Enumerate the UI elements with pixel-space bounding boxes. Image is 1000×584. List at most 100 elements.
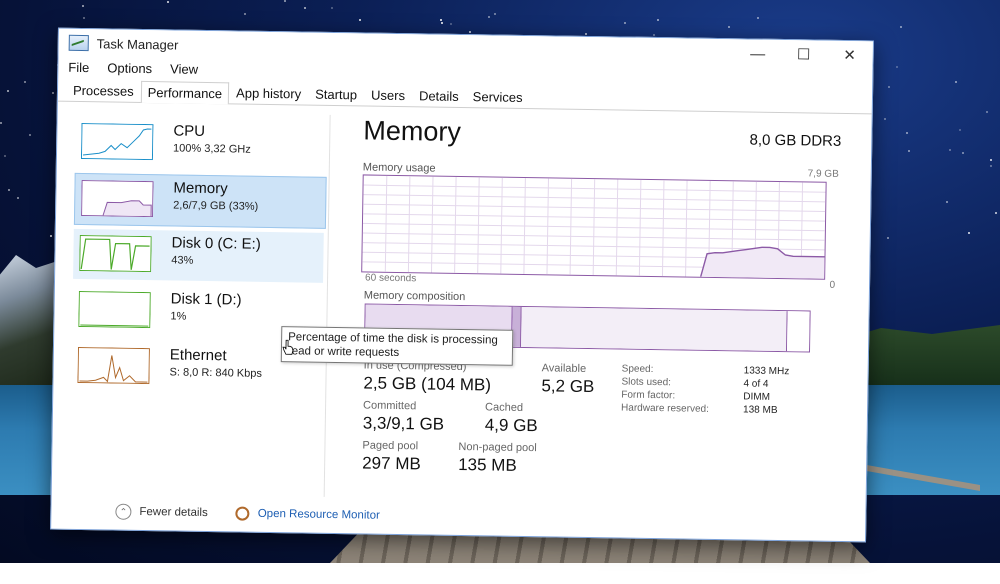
hardware-reserved-label: Hardware reserved:: [621, 402, 709, 415]
memory-spec: 8,0 GB DDR3: [749, 131, 842, 150]
slots-used-label: Slots used:: [621, 376, 672, 389]
usage-zero-label: 0: [829, 279, 836, 291]
wallpaper-star: [283, 0, 286, 2]
composition-segment-free[interactable]: [786, 311, 810, 352]
memory-usage-area: [700, 247, 825, 279]
composition-segment-standby[interactable]: [521, 306, 788, 352]
wallpaper-star: [959, 128, 962, 131]
wallpaper-star: [990, 164, 993, 167]
sidebar-memory-sub: 2,6/7,9 GB (33%): [173, 199, 259, 213]
wallpaper-star: [961, 152, 964, 155]
hand-cursor-icon: [282, 339, 294, 355]
sidebar-ethernet-name: Ethernet: [169, 346, 227, 365]
wallpaper-star: [955, 81, 958, 84]
sidebar-ethernet-sub: S: 8,0 R: 840 Kbps: [169, 366, 263, 380]
wallpaper-star: [50, 234, 53, 237]
ethernet-thumbnail-graph: [77, 346, 150, 385]
minimize-button[interactable]: —: [734, 39, 780, 68]
chevron-up-icon[interactable]: ⌃: [115, 503, 132, 520]
wallpaper-star: [985, 111, 988, 114]
paged-pool-label: Paged pool: [362, 439, 419, 453]
wallpaper-star: [304, 7, 307, 10]
wallpaper-star: [7, 89, 9, 92]
seconds-label: 60 seconds: [365, 272, 417, 285]
resource-sidebar: CPU 100% 3,32 GHz Memory 2,6/7,9 GB (33%…: [61, 110, 331, 497]
sidebar-item-memory[interactable]: Memory 2,6/7,9 GB (33%): [73, 172, 327, 229]
wallpaper-star: [3, 154, 6, 157]
menu-options[interactable]: Options: [107, 60, 152, 76]
wallpaper-star: [81, 5, 84, 8]
wallpaper-star: [884, 117, 887, 120]
wallpaper-star: [652, 34, 655, 36]
tab-startup[interactable]: Startup: [308, 83, 364, 106]
wallpaper-star: [440, 18, 443, 21]
committed-label: Committed: [363, 399, 417, 413]
maximize-button[interactable]: ☐: [780, 40, 826, 69]
tab-app-history[interactable]: App history: [229, 81, 308, 104]
tab-performance[interactable]: Performance: [140, 80, 230, 105]
sidebar-disk0-sub: 43%: [171, 254, 194, 267]
wallpaper-star: [488, 16, 491, 19]
wallpaper-star: [900, 26, 903, 29]
close-button[interactable]: ✕: [826, 41, 872, 70]
tab-users[interactable]: Users: [364, 83, 412, 106]
wallpaper-star: [8, 189, 11, 192]
task-manager-icon: [68, 34, 89, 52]
wallpaper-star: [906, 132, 909, 135]
sidebar-disk1-sub: 1%: [170, 310, 187, 323]
wallpaper-star: [330, 6, 333, 9]
wallpaper-star: [728, 25, 731, 28]
tab-details[interactable]: Details: [412, 84, 466, 107]
disk0-thumbnail-graph: [79, 234, 152, 273]
paged-pool-value: 297 MB: [362, 453, 421, 474]
wallpaper-star: [28, 134, 31, 137]
wallpaper-star: [0, 121, 3, 124]
memory-usage-max: 7,9 GB: [807, 168, 839, 180]
wallpaper-star: [167, 0, 170, 3]
memory-thumbnail-graph: [81, 180, 154, 218]
wallpaper-star: [989, 158, 992, 161]
sidebar-item-disk-0[interactable]: Disk 0 (C: E:) 43%: [73, 228, 324, 283]
disk1-thumbnail-graph: [78, 290, 151, 329]
wallpaper-star: [994, 212, 997, 215]
memory-usage-label: Memory usage: [362, 161, 436, 175]
menu-view[interactable]: View: [170, 61, 198, 76]
menu-file[interactable]: File: [68, 59, 89, 74]
sidebar-cpu-name: CPU: [173, 122, 206, 140]
open-resource-monitor-link[interactable]: Open Resource Monitor: [258, 508, 380, 522]
cpu-thumbnail-graph: [80, 123, 154, 161]
wallpaper-star: [657, 19, 660, 22]
sidebar-cpu-sub: 100% 3,32 GHz: [173, 142, 251, 156]
tab-services[interactable]: Services: [466, 85, 530, 108]
wallpaper-star: [948, 148, 951, 151]
committed-value: 3,3/9,1 GB: [362, 413, 445, 434]
available-label: Available: [541, 362, 587, 375]
sidebar-item-cpu[interactable]: CPU 100% 3,32 GHz: [75, 117, 326, 171]
resource-monitor-icon[interactable]: [235, 506, 250, 521]
sidebar-memory-name: Memory: [173, 179, 228, 198]
cached-value: 4,9 GB: [484, 415, 538, 436]
wallpaper-star: [16, 196, 19, 199]
disk-tooltip: Percentage of time the disk is processin…: [280, 326, 514, 366]
sidebar-disk0-name: Disk 0 (C: E:): [171, 234, 261, 253]
wallpaper-star: [24, 80, 27, 83]
sidebar-disk1-name: Disk 1 (D:): [170, 290, 242, 309]
memory-usage-graph: [361, 174, 827, 280]
cached-label: Cached: [484, 401, 524, 414]
wallpaper-star: [907, 149, 910, 152]
wallpaper-star: [945, 200, 948, 203]
wallpaper-star: [624, 21, 626, 24]
tab-processes[interactable]: Processes: [66, 79, 141, 102]
form-factor-value: DIMM: [743, 391, 771, 403]
wallpaper-star: [888, 86, 891, 89]
nonpaged-pool-label: Non-paged pool: [458, 440, 537, 455]
nonpaged-pool-value: 135 MB: [458, 454, 517, 475]
wallpaper-star: [896, 66, 899, 69]
wallpaper-star: [441, 22, 444, 25]
in-use-value: 2,5 GB (104 MB): [363, 373, 492, 395]
fewer-details-button[interactable]: Fewer details: [139, 506, 208, 519]
wallpaper-star: [243, 12, 246, 15]
speed-label: Speed:: [621, 363, 654, 376]
wallpaper-star: [469, 31, 472, 34]
wallpaper-star: [82, 17, 85, 20]
